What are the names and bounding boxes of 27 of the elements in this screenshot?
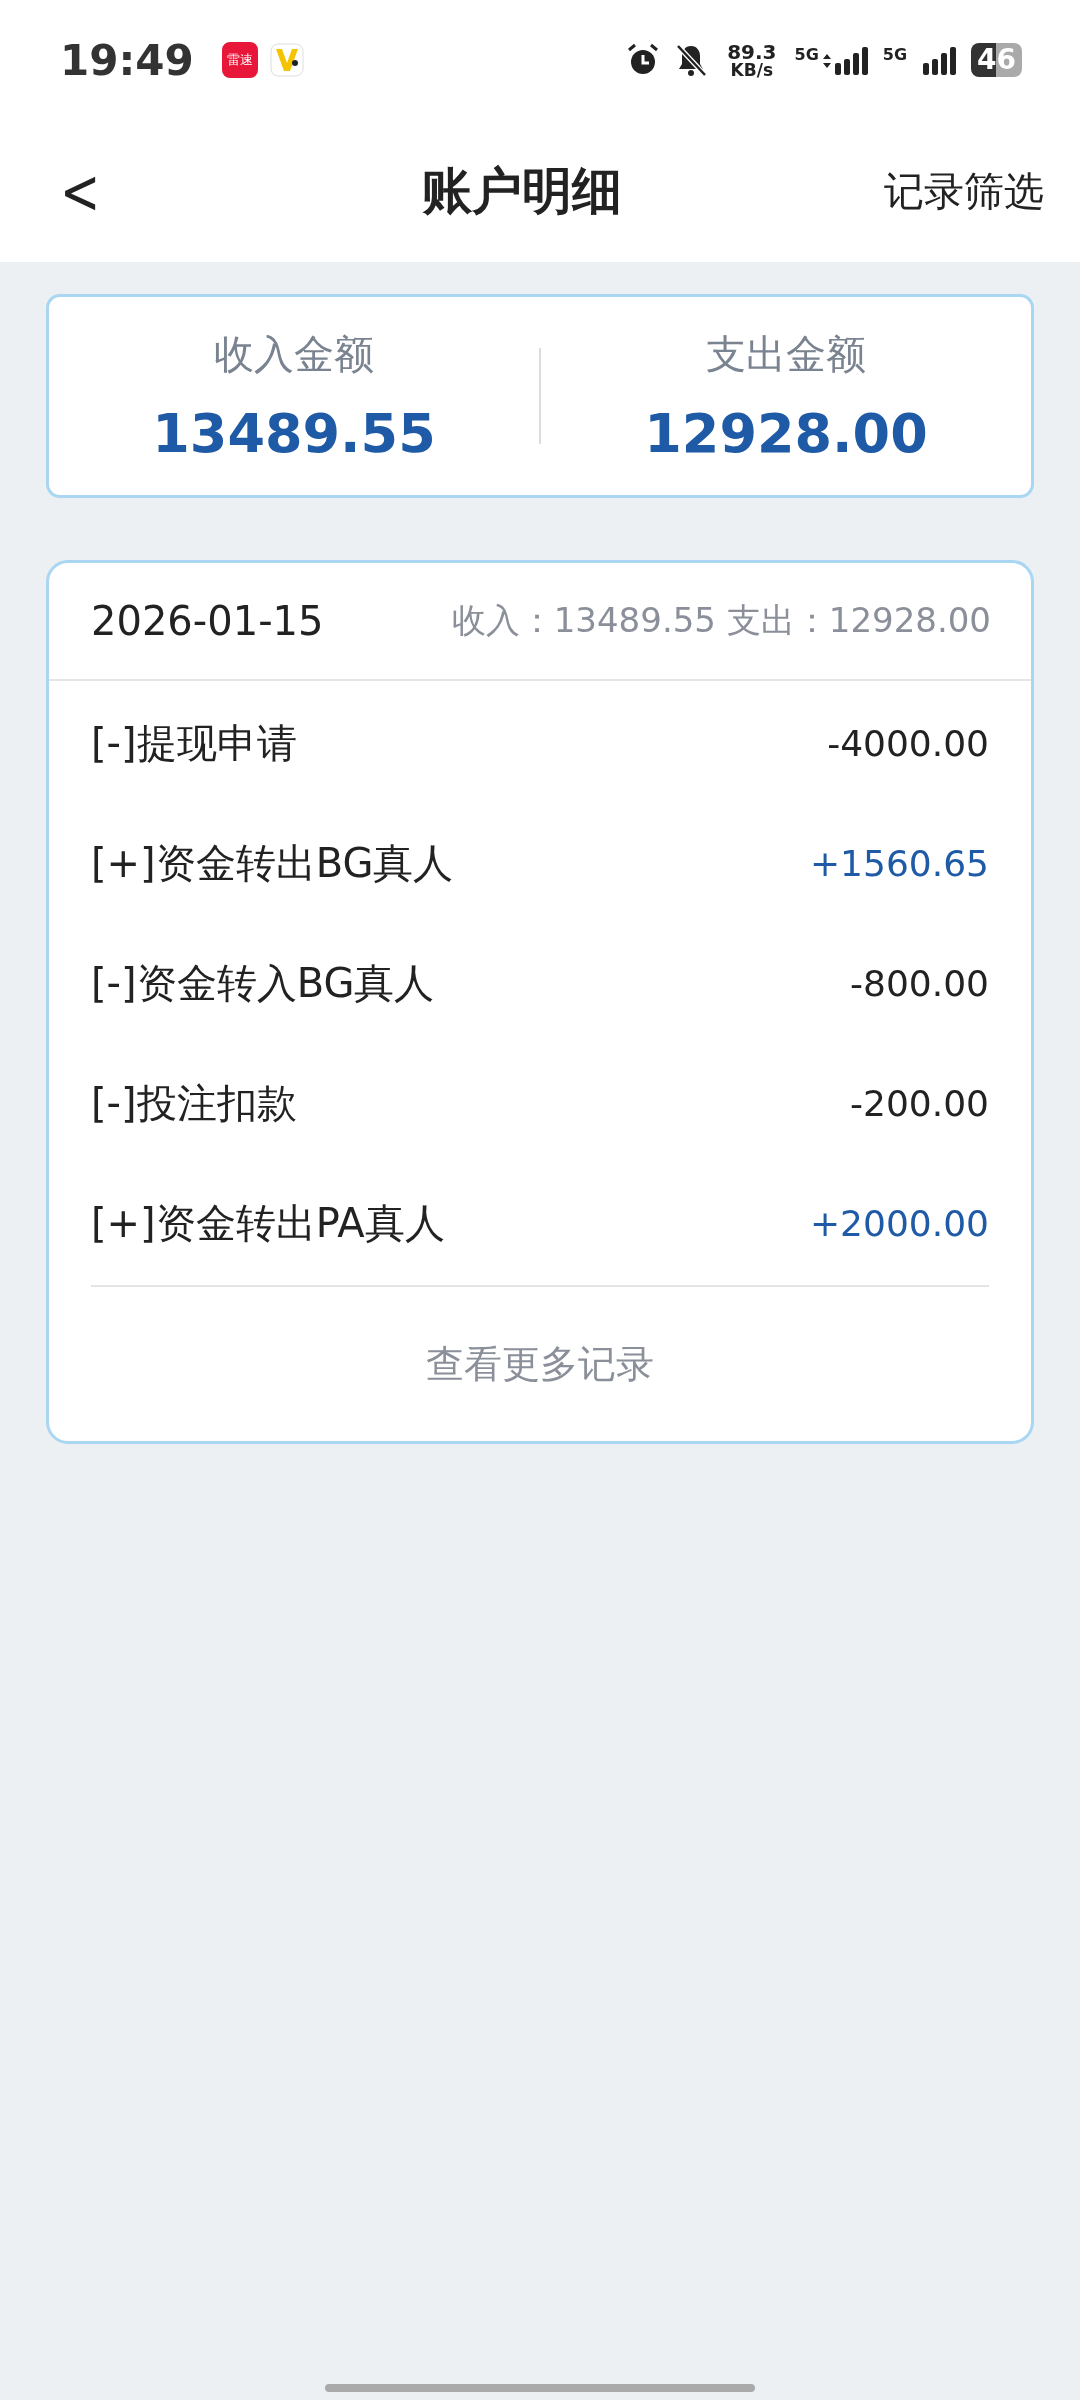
filter-button[interactable]: 记录筛选 (874, 163, 1044, 219)
record-name: [-]资金转入BG真人 (91, 958, 435, 1008)
record-amount: -4000.00 (827, 722, 989, 764)
record-name: [+]资金转出PA真人 (91, 1198, 445, 1248)
day-totals: 收入：13489.55 支出：12928.00 (451, 599, 991, 642)
network-type: 5G (794, 45, 819, 64)
record-amount: -800.00 (850, 962, 989, 1004)
record-amount: -200.00 (850, 1082, 989, 1124)
app-icon: 雷速 (221, 42, 258, 78)
net-speed: 89.3 (727, 41, 777, 62)
record-date: 2026-01-15 (91, 598, 324, 644)
record-amount: +1560.65 (809, 842, 989, 884)
record-amount: +2000.00 (809, 1202, 989, 1244)
record-name: [+]资金转出BG真人 (91, 838, 454, 888)
summary-label: 支出金额 (706, 330, 866, 379)
status-time: 19:49 (60, 35, 194, 85)
page-title: 账户明细 (421, 160, 623, 222)
net-speed-unit: KB/s (730, 61, 774, 79)
record-name: [-]投注扣款 (91, 1078, 297, 1128)
summary-amount: 13489.55 (152, 402, 436, 465)
summary-amount: 12928.00 (644, 402, 928, 465)
mascot-app-icon (269, 43, 304, 77)
record-name: [-]提现申请 (91, 718, 297, 768)
summary-label: 收入金额 (214, 330, 374, 379)
back-button[interactable]: < (50, 154, 110, 228)
network-type: 5G (882, 45, 908, 64)
signal-icon (820, 45, 871, 75)
